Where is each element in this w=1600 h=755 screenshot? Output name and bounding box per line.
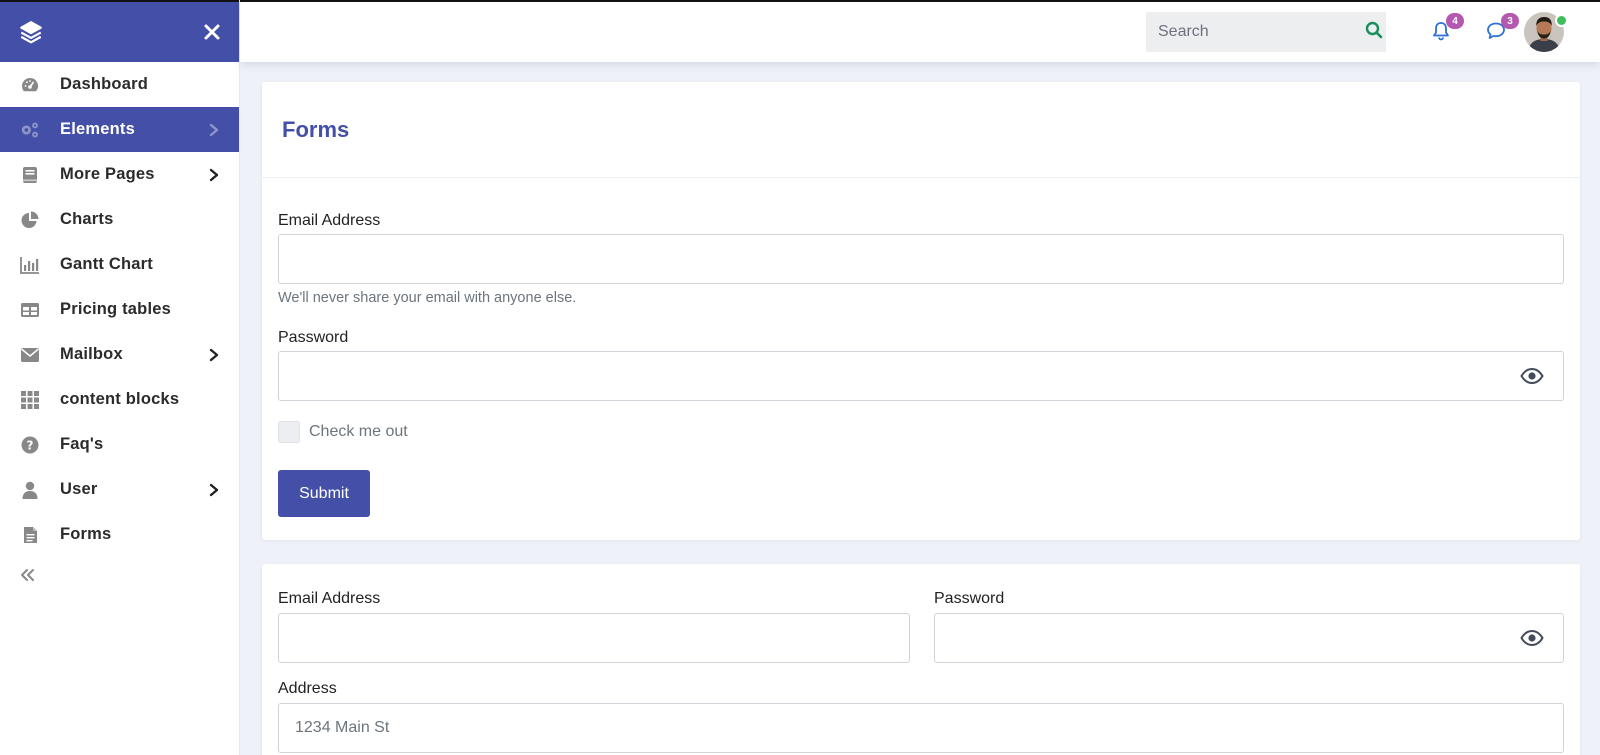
sidebar-item-label: Pricing tables bbox=[60, 300, 172, 318]
forms-card: Forms Email Address We'll never share yo… bbox=[262, 82, 1580, 540]
sidebar-item-label: User bbox=[60, 480, 98, 498]
sidebar-item-more-pages[interactable]: More Pages bbox=[0, 152, 239, 197]
sidebar-item-elements[interactable]: Elements bbox=[0, 107, 239, 152]
chevron-right-icon bbox=[207, 483, 221, 497]
sidebar-item-user[interactable]: User bbox=[0, 467, 239, 512]
password-label: Password bbox=[934, 590, 1005, 607]
search-input[interactable] bbox=[1158, 23, 1365, 41]
sidebar-nav: Dashboard Elements More Pages Charts Gan… bbox=[0, 62, 239, 557]
address-field-wrapper bbox=[278, 703, 1564, 753]
notifications-button[interactable]: 4 bbox=[1428, 13, 1464, 46]
eye-icon[interactable] bbox=[1519, 363, 1545, 389]
password-input[interactable] bbox=[951, 614, 1519, 662]
email-field-wrapper bbox=[278, 613, 910, 663]
search-box bbox=[1146, 12, 1386, 52]
sidebar-item-label: Dashboard bbox=[60, 75, 148, 93]
file-text-icon bbox=[20, 525, 40, 545]
sidebar-item-faqs[interactable]: ? Faq's bbox=[0, 422, 239, 467]
password-label: Password bbox=[278, 329, 349, 346]
chevron-right-icon bbox=[207, 348, 221, 362]
password-field-wrapper bbox=[934, 613, 1564, 663]
sidebar-header bbox=[0, 0, 239, 62]
sidebar-item-charts[interactable]: Charts bbox=[0, 197, 239, 242]
online-status-indicator bbox=[1555, 14, 1568, 27]
sidebar-item-forms[interactable]: Forms bbox=[0, 512, 239, 557]
close-sidebar-icon[interactable] bbox=[203, 23, 221, 41]
sidebar-item-label: Gantt Chart bbox=[60, 255, 153, 273]
sidebar-item-content-blocks[interactable]: content blocks bbox=[0, 377, 239, 422]
sidebar-item-label: Elements bbox=[60, 120, 135, 138]
user-avatar[interactable] bbox=[1524, 12, 1568, 52]
sidebar-item-mailbox[interactable]: Mailbox bbox=[0, 332, 239, 377]
sidebar-item-gantt-chart[interactable]: Gantt Chart bbox=[0, 242, 239, 287]
chevron-right-icon bbox=[207, 123, 221, 137]
sidebar-item-label: Forms bbox=[60, 525, 112, 543]
gauge-icon bbox=[20, 75, 40, 95]
grid-form-card: Email Address Password Address bbox=[262, 564, 1580, 755]
email-input[interactable] bbox=[295, 614, 893, 662]
sidebar-item-label: Faq's bbox=[60, 435, 104, 453]
grid-icon bbox=[20, 390, 40, 410]
sidebar-item-label: Mailbox bbox=[60, 345, 123, 363]
pie-chart-icon bbox=[20, 210, 40, 230]
address-label: Address bbox=[278, 680, 337, 697]
question-circle-icon: ? bbox=[20, 435, 40, 455]
messages-badge: 3 bbox=[1501, 13, 1519, 29]
email-label: Email Address bbox=[278, 212, 381, 229]
email-field-wrapper bbox=[278, 234, 1564, 284]
search-icon[interactable] bbox=[1365, 21, 1383, 44]
double-chevron-left-icon bbox=[20, 568, 36, 587]
svg-text:?: ? bbox=[27, 438, 34, 452]
envelope-icon bbox=[20, 345, 40, 365]
sidebar-item-dashboard[interactable]: Dashboard bbox=[0, 62, 239, 107]
submit-button[interactable]: Submit bbox=[278, 470, 370, 517]
page-title: Forms bbox=[282, 116, 350, 142]
eye-icon[interactable] bbox=[1519, 625, 1545, 651]
password-input[interactable] bbox=[295, 352, 1519, 400]
sidebar-item-label: content blocks bbox=[60, 390, 180, 408]
chevron-right-icon bbox=[207, 168, 221, 182]
notifications-badge: 4 bbox=[1446, 13, 1464, 29]
sidebar-item-pricing-tables[interactable]: Pricing tables bbox=[0, 287, 239, 332]
card-header: Forms bbox=[262, 82, 1580, 178]
user-icon bbox=[20, 480, 40, 500]
collapse-sidebar-button[interactable] bbox=[0, 557, 239, 597]
table-icon bbox=[20, 300, 40, 320]
messages-button[interactable]: 3 bbox=[1483, 13, 1519, 46]
sidebar-item-label: Charts bbox=[60, 210, 114, 228]
topbar: 4 3 bbox=[240, 0, 1600, 62]
email-label: Email Address bbox=[278, 590, 381, 607]
email-input[interactable] bbox=[295, 235, 1547, 283]
book-icon bbox=[20, 165, 40, 185]
email-help-text: We'll never share your email with anyone… bbox=[278, 290, 577, 306]
layers-logo-icon[interactable] bbox=[18, 19, 44, 45]
check-me-out-checkbox[interactable]: Check me out bbox=[278, 421, 408, 443]
password-field-wrapper bbox=[278, 351, 1564, 401]
sidebar: Dashboard Elements More Pages Charts Gan… bbox=[0, 0, 240, 755]
gears-icon bbox=[20, 120, 40, 140]
sidebar-item-label: More Pages bbox=[60, 165, 155, 183]
checkbox-box[interactable] bbox=[278, 421, 300, 443]
address-input[interactable] bbox=[295, 704, 1547, 752]
checkbox-label: Check me out bbox=[309, 423, 408, 440]
bar-chart-icon bbox=[20, 255, 40, 275]
